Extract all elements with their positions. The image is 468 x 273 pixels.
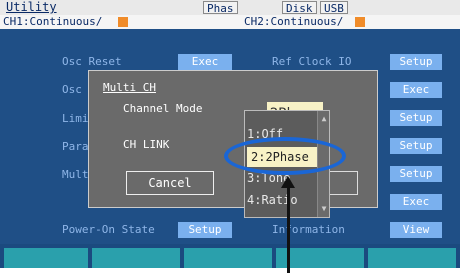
multi-ch-dialog: Multi CH Channel Mode CH LINK Cancel 2Ph… — [88, 70, 378, 208]
usb-tag: USB — [320, 1, 348, 15]
ch-link-label: CH LINK — [123, 138, 170, 151]
para-label: Para — [62, 140, 89, 153]
phas-tag: Phas — [203, 1, 238, 15]
softkey-5[interactable] — [368, 248, 456, 268]
information-view-button[interactable]: View — [390, 222, 442, 238]
exec-button-1[interactable]: Exec — [390, 82, 442, 98]
osc-reset-exec-button[interactable]: Exec — [178, 54, 232, 70]
page-title: Utility — [6, 0, 57, 14]
top-bar: Utility Phas Disk USB — [0, 0, 460, 15]
annotation-arrow-icon — [281, 176, 295, 188]
setup-button-4[interactable]: Setup — [390, 166, 442, 182]
cancel-button[interactable]: Cancel — [126, 171, 214, 195]
annotation-arrow-line — [287, 185, 290, 273]
limi-label: Limi — [62, 112, 89, 125]
instrument-screen: Utility Phas Disk USB CH1:Continuous/ CH… — [0, 0, 460, 268]
power-on-setup-button[interactable]: Setup — [178, 222, 232, 238]
power-on-state-label: Power-On State — [62, 223, 155, 236]
softkey-2[interactable] — [92, 248, 180, 268]
setup-button-2[interactable]: Setup — [390, 110, 442, 126]
disk-tag: Disk — [282, 1, 317, 15]
channel-bar: CH1:Continuous/ CH2:Continuous/ — [0, 15, 460, 29]
ch1-indicator-icon — [118, 17, 128, 27]
channel-mode-label: Channel Mode — [123, 102, 203, 115]
exec-button-2[interactable]: Exec — [390, 194, 442, 210]
ch2-status: CH2:Continuous/ — [244, 15, 344, 28]
softkey-1[interactable] — [4, 248, 88, 268]
scroll-up-icon[interactable]: ▲ — [318, 113, 329, 125]
dialog-title: Multi CH — [103, 81, 156, 94]
scroll-down-icon[interactable]: ▼ — [318, 203, 329, 215]
mult-label: Mult — [62, 168, 89, 181]
softkey-3[interactable] — [184, 248, 272, 268]
ref-clock-setup-button[interactable]: Setup — [390, 54, 442, 70]
information-label: Information — [272, 223, 345, 236]
osc-label: Osc — [62, 83, 82, 96]
ch2-indicator-icon — [355, 17, 365, 27]
ch1-status: CH1:Continuous/ — [3, 15, 103, 28]
setup-button-3[interactable]: Setup — [390, 138, 442, 154]
highlight-ellipse — [224, 137, 346, 175]
